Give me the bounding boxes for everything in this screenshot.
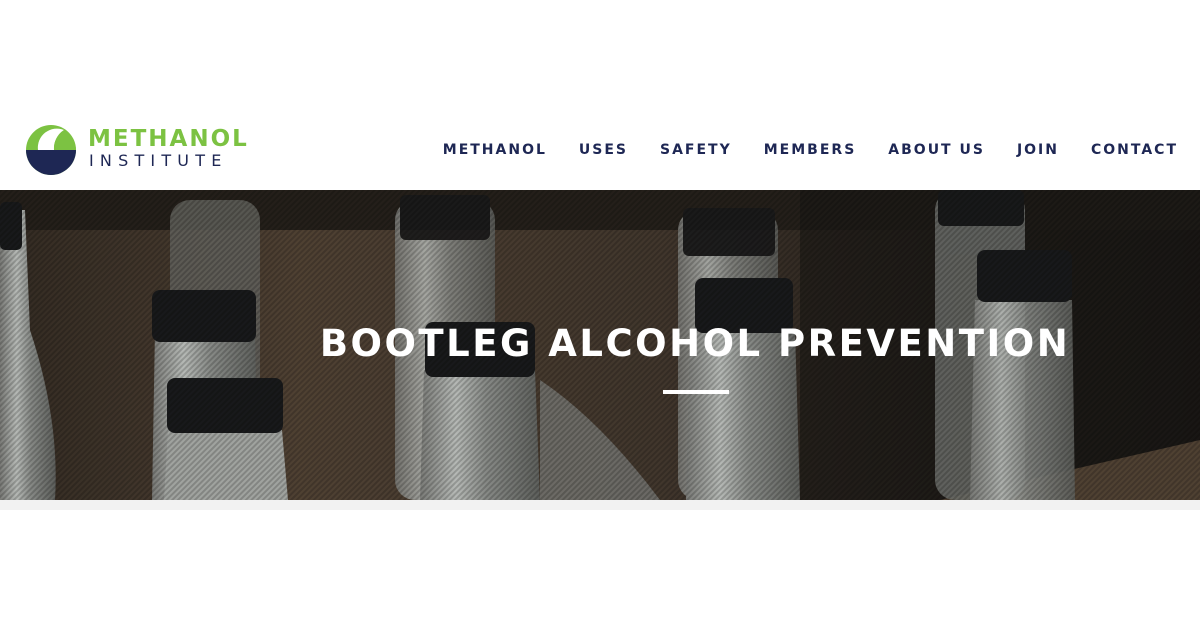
nav-item-safety[interactable]: SAFETY xyxy=(660,141,732,159)
site-header: METHANOL INSTITUTE METHANOL USES SAFETY … xyxy=(0,110,1200,190)
section-divider-strip xyxy=(0,500,1200,510)
hero-divider xyxy=(663,390,729,394)
nav-item-uses[interactable]: USES xyxy=(579,141,628,159)
nav-item-about-us[interactable]: ABOUT US xyxy=(888,141,985,159)
methanol-institute-logo-icon xyxy=(26,125,76,175)
logo-text-methanol: METHANOL xyxy=(88,126,249,152)
nav-item-methanol[interactable]: METHANOL xyxy=(443,141,547,159)
nav-item-members[interactable]: MEMBERS xyxy=(764,141,857,159)
logo-text-institute: INSTITUTE xyxy=(89,151,228,170)
site-logo[interactable]: METHANOL INSTITUTE xyxy=(24,123,284,177)
hero-banner: BOOTLEG ALCOHOL PREVENTION xyxy=(0,190,1200,500)
main-nav: METHANOL USES SAFETY MEMBERS ABOUT US JO… xyxy=(443,141,1178,159)
nav-item-contact[interactable]: CONTACT xyxy=(1091,141,1178,159)
hero-title: BOOTLEG ALCOHOL PREVENTION xyxy=(319,322,1071,365)
nav-item-join[interactable]: JOIN xyxy=(1017,141,1059,159)
